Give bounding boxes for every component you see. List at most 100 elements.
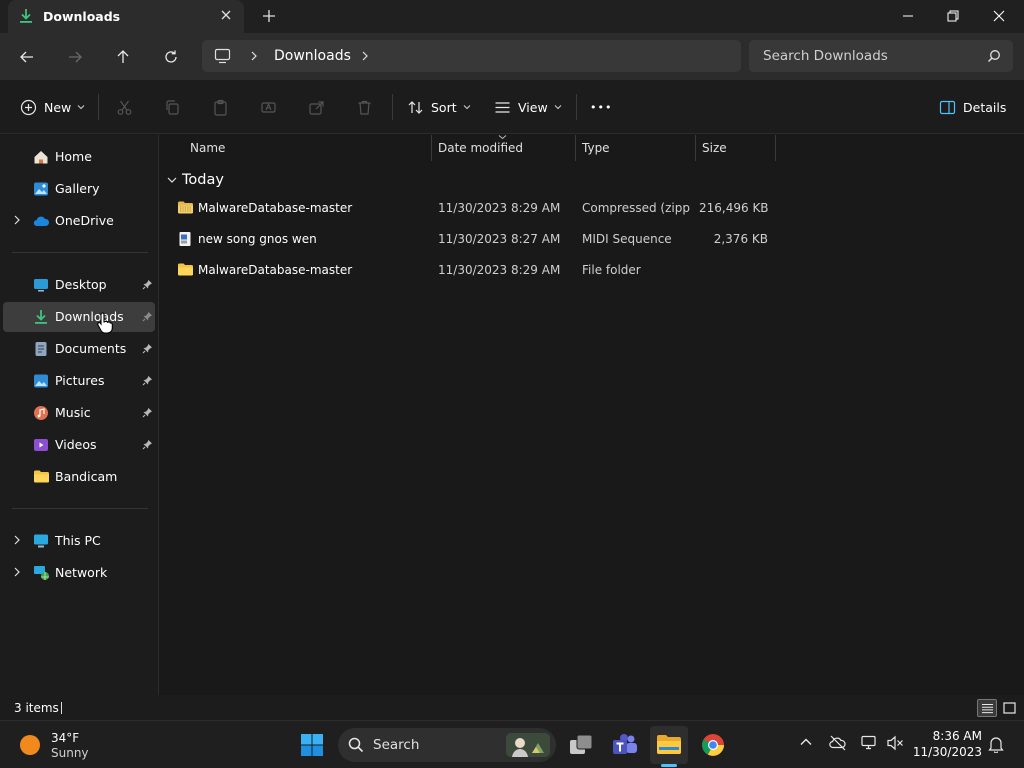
sun-icon	[20, 735, 40, 755]
minimize-button[interactable]	[885, 0, 931, 31]
file-row[interactable]: MalwareDatabase-master 11/30/2023 8:29 A…	[169, 193, 779, 223]
sidebar-item-pictures[interactable]: Pictures	[3, 366, 155, 396]
copy-button[interactable]	[164, 96, 181, 118]
home-icon	[33, 149, 49, 165]
navigation-pane: Home Gallery OneDrive Desktop Downloads	[0, 135, 158, 695]
sidebar-item-label: Videos	[55, 437, 97, 452]
start-button[interactable]	[293, 726, 331, 764]
file-row[interactable]: MalwareDatabase-master 11/30/2023 8:29 A…	[169, 255, 779, 285]
computer-icon[interactable]	[214, 48, 231, 64]
hand-cursor-icon	[96, 312, 114, 334]
sidebar-item-documents[interactable]: Documents	[3, 334, 155, 364]
chrome-button[interactable]	[694, 726, 732, 764]
column-header-type[interactable]: Type	[576, 135, 695, 161]
pin-icon[interactable]	[142, 375, 153, 386]
sidebar-item-label: Bandicam	[55, 469, 118, 484]
rename-button[interactable]	[260, 96, 277, 118]
sidebar-item-onedrive[interactable]: OneDrive	[3, 206, 155, 236]
expand-chevron-icon[interactable]	[12, 535, 22, 545]
expand-chevron-icon[interactable]	[12, 215, 22, 225]
share-button[interactable]	[308, 96, 325, 118]
close-tab-icon[interactable]	[219, 8, 233, 22]
sort-indicator-icon	[498, 134, 507, 140]
network-status-icon[interactable]	[861, 735, 879, 751]
cut-button[interactable]	[116, 96, 133, 118]
chevron-down-icon	[463, 103, 471, 111]
sidebar-item-videos[interactable]: Videos	[3, 430, 155, 460]
midi-file-icon	[177, 231, 193, 247]
notification-bell-icon[interactable]	[988, 736, 1004, 753]
task-view-icon	[569, 734, 593, 756]
details-button[interactable]: Details	[939, 96, 1006, 118]
pin-icon[interactable]	[142, 279, 153, 290]
onedrive-offline-icon[interactable]	[829, 735, 847, 751]
taskbar: 34°F Sunny Search 8:36 AM 11/30/2023	[0, 720, 1024, 768]
chevron-down-icon	[554, 103, 562, 111]
restore-button[interactable]	[930, 0, 976, 31]
search-box[interactable]	[749, 40, 1013, 72]
pin-icon[interactable]	[142, 343, 153, 354]
sidebar-item-gallery[interactable]: Gallery	[3, 174, 155, 204]
weather-widget[interactable]: 34°F Sunny	[14, 728, 104, 762]
sidebar-item-music[interactable]: Music	[3, 398, 155, 428]
file-row[interactable]: new song gnos wen 11/30/2023 8:27 AM MID…	[169, 224, 779, 254]
search-icon[interactable]	[987, 49, 1001, 63]
pin-icon[interactable]	[142, 439, 153, 450]
sidebar-item-network[interactable]: Network	[3, 558, 155, 588]
pin-icon[interactable]	[142, 311, 153, 322]
zip-folder-icon	[177, 200, 194, 215]
tab-downloads[interactable]: Downloads	[8, 0, 244, 33]
address-bar[interactable]: Downloads	[202, 40, 741, 72]
sidebar-item-bandicam[interactable]: Bandicam	[3, 462, 155, 492]
column-resize-handle[interactable]	[775, 135, 776, 161]
sidebar-item-home[interactable]: Home	[3, 142, 155, 172]
taskbar-search[interactable]: Search	[338, 728, 556, 762]
tab-title: Downloads	[43, 9, 121, 24]
back-button[interactable]	[12, 43, 42, 71]
status-separator	[61, 702, 62, 714]
chevron-right-icon[interactable]	[360, 51, 370, 61]
task-view-button[interactable]	[562, 726, 600, 764]
column-header-size[interactable]: Size	[696, 135, 775, 161]
sidebar-item-desktop[interactable]: Desktop	[3, 270, 155, 300]
refresh-button[interactable]	[156, 43, 186, 71]
chevron-right-icon[interactable]	[249, 51, 259, 61]
up-button[interactable]	[108, 43, 138, 71]
sidebar-item-downloads[interactable]: Downloads	[3, 302, 155, 332]
trash-icon	[356, 99, 373, 116]
large-icons-view-toggle[interactable]	[999, 699, 1019, 717]
file-type: File folder	[582, 263, 641, 277]
file-date: 11/30/2023 8:29 AM	[438, 263, 561, 277]
toolbar-separator	[392, 94, 393, 120]
file-list: Name Date modified Type Size Today Malwa…	[159, 135, 1024, 695]
group-header-today[interactable]: Today	[167, 170, 224, 190]
expand-chevron-icon[interactable]	[12, 567, 22, 577]
show-hidden-icons-button[interactable]	[799, 735, 813, 749]
teams-button[interactable]	[606, 726, 644, 764]
sort-button[interactable]: Sort	[407, 96, 471, 118]
details-view-toggle[interactable]	[977, 699, 997, 717]
paste-button[interactable]	[212, 96, 229, 118]
file-explorer-button[interactable]	[650, 726, 688, 764]
column-header-name[interactable]: Name	[184, 135, 431, 161]
sidebar-item-this-pc[interactable]: This PC	[3, 526, 155, 556]
forward-button[interactable]	[60, 43, 90, 71]
title-bar: Downloads	[0, 0, 1024, 33]
desktop-icon	[33, 277, 49, 293]
folder-icon	[177, 262, 194, 277]
system-clock[interactable]: 8:36 AM 11/30/2023	[912, 728, 982, 760]
file-name: MalwareDatabase-master	[198, 263, 353, 277]
view-button[interactable]: View	[494, 96, 562, 118]
search-input[interactable]	[763, 47, 973, 65]
active-app-indicator	[661, 764, 677, 767]
see-more-button[interactable]: •••	[590, 96, 612, 118]
details-pane-icon	[939, 100, 956, 115]
close-window-button[interactable]	[976, 0, 1022, 31]
breadcrumb-downloads[interactable]: Downloads	[274, 48, 351, 64]
pin-icon[interactable]	[142, 407, 153, 418]
new-button[interactable]: New	[20, 96, 85, 118]
new-tab-button[interactable]	[261, 8, 277, 24]
delete-button[interactable]	[356, 96, 373, 118]
sidebar-item-label: Desktop	[55, 277, 107, 292]
volume-muted-icon[interactable]	[886, 735, 904, 751]
